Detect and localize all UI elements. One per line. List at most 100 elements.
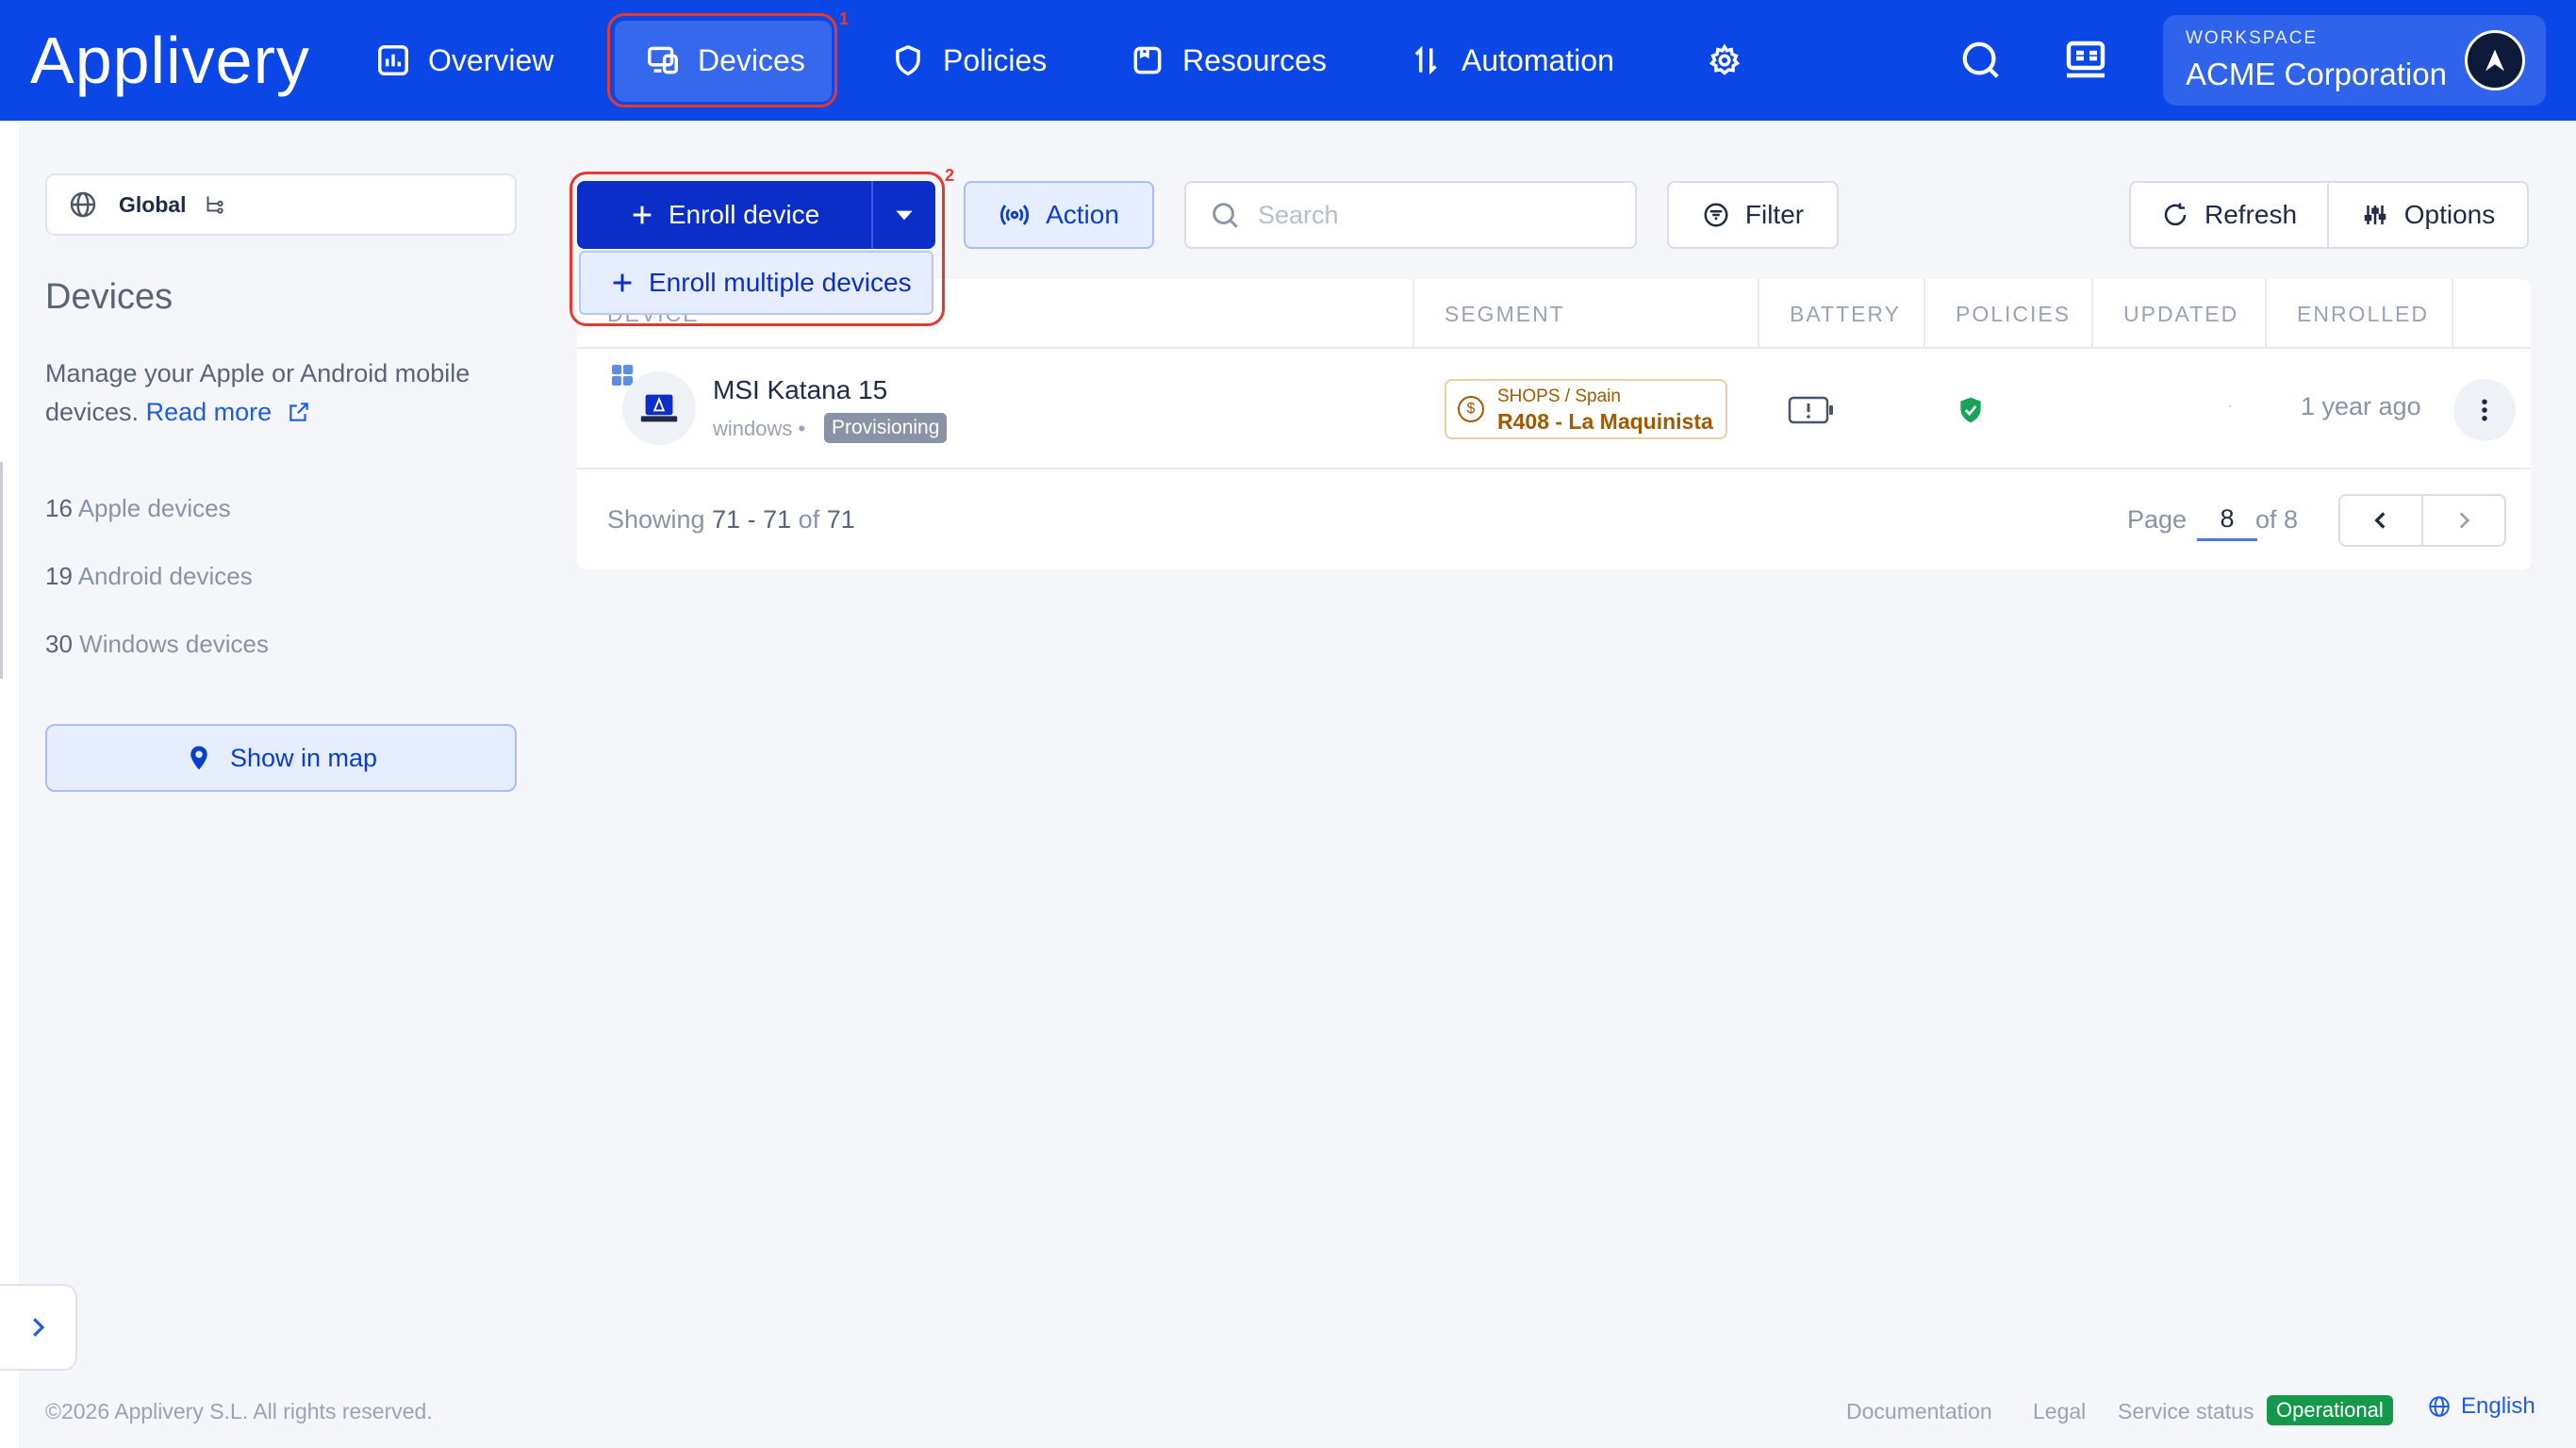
settings-button[interactable] [1707,0,1759,121]
search-icon [1962,41,1999,78]
status-badge: Provisioning [824,413,948,443]
previous-page-button[interactable] [2338,494,2423,547]
external-link-icon [289,403,308,421]
sidebar-title: Devices [45,277,173,317]
workspace-logo-icon [2485,49,2504,72]
showing-prefix: Showing [607,505,705,534]
column-separator [2091,279,2093,349]
scope-selector[interactable]: Global [45,173,517,236]
automation-icon [1414,45,1437,75]
coin-icon: $ [1458,396,1484,422]
left-rail [0,121,19,1448]
page-number-input[interactable] [2197,500,2257,541]
nav-policies-label: Policies [943,42,1048,77]
read-more-label: Read more [145,398,272,426]
apple-devices-count: 16 Apple devices [45,494,231,523]
terminal-icon [2066,41,2105,78]
chart-icon [378,45,408,75]
chevron-right-icon [33,1318,45,1337]
showing-total: 71 [826,505,855,534]
column-header-enrolled[interactable]: ENROLLED [2297,279,2429,349]
showing-of: of [798,505,820,534]
nav-resources[interactable]: Resources [1130,0,1327,121]
nav-automation[interactable]: Automation [1409,0,1614,121]
apple-count-label: Apple devices [77,494,231,522]
workspace-switcher[interactable]: WORKSPACE ACME Corporation [2163,15,2546,106]
page-label: Page [2127,505,2188,534]
windows-count-label: Windows devices [79,630,270,658]
language-label: English [2461,1393,2535,1419]
search-input[interactable] [1258,200,1616,230]
left-rail-indicator [0,462,3,679]
map-pin-icon [190,746,207,770]
search-box [1184,181,1637,249]
segment-chip[interactable]: $ SHOPS / Spain R408 - La Maquinista [1445,379,1727,439]
column-header-segment[interactable]: SEGMENT [1445,279,1565,349]
segment-name: R408 - La Maquinista [1497,409,1713,434]
more-vertical-icon [2482,399,2487,421]
workspace-name: ACME Corporation [2186,57,2447,91]
segment-path: SHOPS / Spain [1497,387,1621,406]
page-total: of 8 [2255,505,2299,534]
global-search-button[interactable] [1959,0,2020,121]
annotation-highlight-devices [607,13,837,107]
top-navigation-bar: Applivery Overview Devices 1 Policies Re… [0,0,2576,121]
annotation-number-1: 1 [839,9,850,28]
resources-icon [1133,46,1162,74]
globe-icon [70,191,96,218]
refresh-options-group: Refresh Options [2129,181,2529,249]
device-avatar[interactable] [622,371,696,445]
options-button[interactable]: Options [2329,183,2527,247]
filter-button[interactable]: Filter [1667,181,1839,249]
android-devices-count: 19 Android devices [45,562,253,591]
options-label: Options [2403,200,2496,229]
column-separator [1758,279,1759,349]
column-header-policies[interactable]: POLICIES [1956,279,2071,349]
filter-icon [1704,203,1728,227]
column-header-battery[interactable]: BATTERY [1790,279,1901,349]
chevron-left-icon [2374,512,2386,529]
updated-value: · [2227,396,2233,415]
console-button[interactable] [2063,0,2125,121]
shield-icon [896,44,920,76]
nav-overview-label: Overview [428,42,554,77]
gear-icon [1709,43,1741,75]
refresh-icon [2164,203,2187,226]
expand-sidebar-button[interactable] [0,1284,77,1371]
nav-overview[interactable]: Overview [375,0,553,121]
next-page-button[interactable] [2421,494,2506,547]
copyright: ©2026 Applivery S.L. All rights reserved… [45,1399,433,1423]
battery-unknown-icon [1788,396,1833,424]
legal-link[interactable]: Legal [2033,1399,2086,1424]
column-header-updated[interactable]: UPDATED [2123,279,2238,349]
nav-automation-label: Automation [1461,42,1614,77]
nav-policies[interactable]: Policies [890,0,1047,121]
row-menu-button[interactable] [2453,379,2516,441]
globe-icon [2429,1396,2450,1417]
read-more-link[interactable]: Read more [146,398,311,426]
scope-label: Global [119,191,187,217]
showing-range: 71 - 71 [712,505,792,534]
language-selector[interactable]: English [2427,1393,2535,1420]
column-separator [1924,279,1925,349]
show-in-map-button[interactable]: Show in map [45,724,517,792]
sidebar-description: Manage your Apple or Android mobile devi… [45,354,536,432]
windows-count-number: 30 [45,630,73,658]
documentation-link[interactable]: Documentation [1846,1399,1992,1424]
hierarchy-icon [206,196,223,214]
action-button[interactable]: Action [964,181,1154,249]
applivery-logo[interactable]: Applivery [30,23,310,98]
showing-summary: Showing 71 - 71 of 71 [607,505,855,535]
chevron-right-icon [2459,512,2470,529]
service-status-link[interactable]: Service status [2118,1399,2254,1424]
workspace-avatar [2465,30,2525,90]
header-divider [577,347,2531,349]
android-count-label: Android devices [77,562,253,590]
refresh-button[interactable]: Refresh [2131,183,2329,247]
broadcast-icon [1000,205,1030,225]
sliders-icon [2364,206,2386,224]
show-in-map-label: Show in map [229,743,378,772]
row-divider [577,468,2531,469]
device-name-link[interactable]: MSI Katana 15 [713,375,887,405]
action-label: Action [1046,200,1119,229]
